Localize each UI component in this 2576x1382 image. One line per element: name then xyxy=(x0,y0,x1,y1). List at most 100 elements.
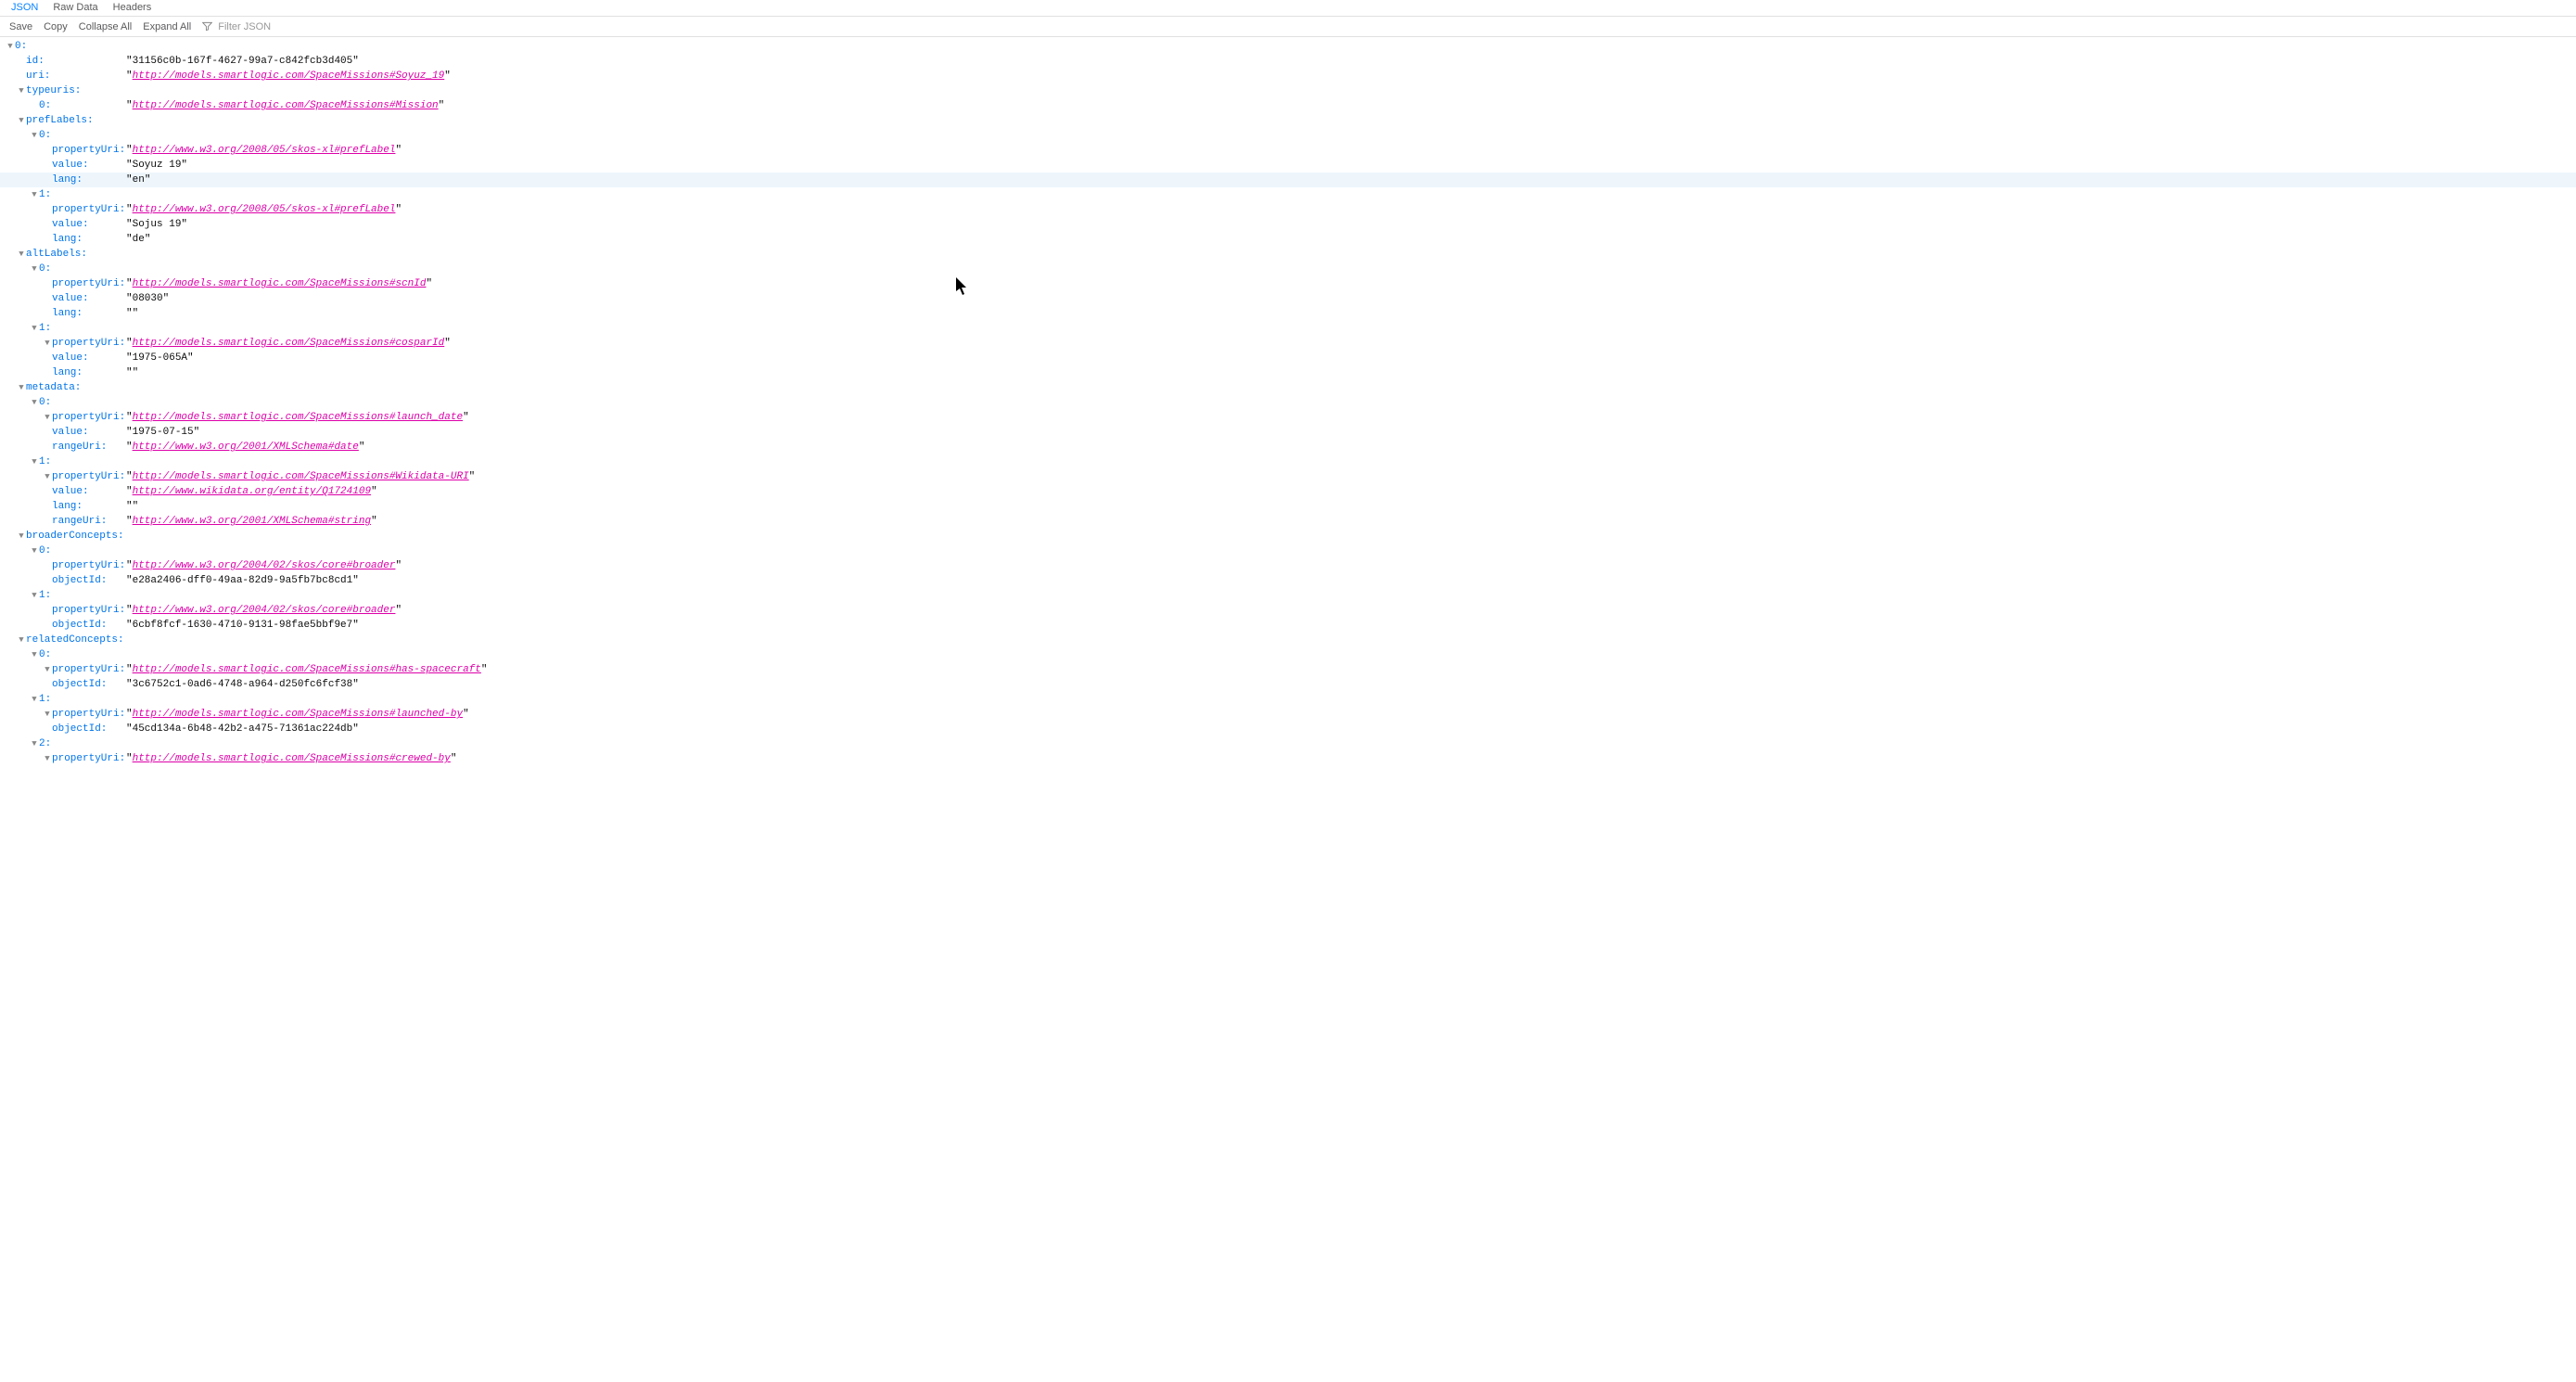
tree-row-branch[interactable]: ▼1: xyxy=(0,588,2576,603)
tab-raw[interactable]: Raw Data xyxy=(45,0,105,16)
expand-toggle-icon[interactable]: ▼ xyxy=(30,692,39,707)
json-value-link[interactable]: "http://models.smartlogic.com/SpaceMissi… xyxy=(126,410,469,425)
tree-row-branch[interactable]: ▼altLabels: xyxy=(0,247,2576,262)
tab-headers[interactable]: Headers xyxy=(106,0,159,16)
expand-toggle-icon[interactable]: ▼ xyxy=(30,395,39,410)
json-value-link[interactable]: "http://www.w3.org/2001/XMLSchema#date" xyxy=(126,440,364,454)
expand-toggle-icon[interactable]: ▼ xyxy=(43,751,52,766)
expand-toggle-icon[interactable]: ▼ xyxy=(6,39,15,54)
tree-row-leaf[interactable]: uri:"http://models.smartlogic.com/SpaceM… xyxy=(0,69,2576,83)
tree-row-leaf[interactable]: objectId:"6cbf8fcf-1630-4710-9131-98fae5… xyxy=(0,618,2576,633)
tree-row-leaf[interactable]: objectId:"3c6752c1-0ad6-4748-a964-d250fc… xyxy=(0,677,2576,692)
tree-row-leaf[interactable]: value:"08030" xyxy=(0,291,2576,306)
tree-row-leaf[interactable]: lang:"" xyxy=(0,365,2576,380)
json-value-link[interactable]: "http://models.smartlogic.com/SpaceMissi… xyxy=(126,751,456,766)
tree-row-branch[interactable]: ▼0: xyxy=(0,544,2576,558)
expand-toggle-icon[interactable]: ▼ xyxy=(30,544,39,558)
expand-toggle-icon[interactable]: ▼ xyxy=(17,380,26,395)
tree-row-branch[interactable]: ▼0: xyxy=(0,128,2576,143)
expand-toggle-icon[interactable]: ▼ xyxy=(30,588,39,603)
json-value-link[interactable]: "http://models.smartlogic.com/SpaceMissi… xyxy=(126,276,432,291)
tree-row-leaf[interactable]: id:"31156c0b-167f-4627-99a7-c842fcb3d405… xyxy=(0,54,2576,69)
tree-row-leaf[interactable]: ▼propertyUri:"http://models.smartlogic.c… xyxy=(0,410,2576,425)
tree-row-leaf[interactable]: ▼propertyUri:"http://models.smartlogic.c… xyxy=(0,469,2576,484)
expand-toggle-icon[interactable]: ▼ xyxy=(17,113,26,128)
expand-toggle-icon[interactable]: ▼ xyxy=(17,529,26,544)
expand-toggle-icon[interactable]: ▼ xyxy=(43,410,52,425)
expand-toggle-icon[interactable]: ▼ xyxy=(17,633,26,647)
json-key: value: xyxy=(52,158,126,173)
tree-row-leaf[interactable]: value:"1975-065A" xyxy=(0,351,2576,365)
tree-row-leaf[interactable]: rangeUri:"http://www.w3.org/2001/XMLSche… xyxy=(0,514,2576,529)
collapse-all-button[interactable]: Collapse All xyxy=(73,19,137,34)
tree-row-branch[interactable]: ▼0: xyxy=(0,647,2576,662)
tree-row-leaf[interactable]: propertyUri:"http://www.w3.org/2008/05/s… xyxy=(0,202,2576,217)
tree-row-branch[interactable]: ▼relatedConcepts: xyxy=(0,633,2576,647)
tree-row-leaf[interactable]: value:"Soyuz 19" xyxy=(0,158,2576,173)
expand-toggle-icon[interactable]: ▼ xyxy=(30,321,39,336)
tree-row-leaf[interactable]: 0:"http://models.smartlogic.com/SpaceMis… xyxy=(0,98,2576,113)
expand-toggle-icon[interactable]: ▼ xyxy=(30,187,39,202)
tree-row-leaf[interactable]: ▼propertyUri:"http://models.smartlogic.c… xyxy=(0,751,2576,766)
expand-toggle-icon[interactable]: ▼ xyxy=(43,707,52,722)
expand-toggle-icon[interactable]: ▼ xyxy=(17,247,26,262)
tree-row-leaf[interactable]: objectId:"45cd134a-6b48-42b2-a475-71361a… xyxy=(0,722,2576,736)
tree-row-branch[interactable]: ▼1: xyxy=(0,187,2576,202)
tree-row-branch[interactable]: ▼1: xyxy=(0,321,2576,336)
json-value-link[interactable]: "http://models.smartlogic.com/SpaceMissi… xyxy=(126,469,475,484)
tree-row-branch[interactable]: ▼0: xyxy=(0,262,2576,276)
expand-all-button[interactable]: Expand All xyxy=(137,19,197,34)
filter-input[interactable] xyxy=(216,20,300,33)
expand-toggle-icon[interactable]: ▼ xyxy=(30,262,39,276)
tree-row-leaf[interactable]: lang:"en" xyxy=(0,173,2576,187)
expand-toggle-icon[interactable]: ▼ xyxy=(30,647,39,662)
expand-toggle-icon[interactable]: ▼ xyxy=(43,469,52,484)
json-toolbar: Save Copy Collapse All Expand All xyxy=(0,17,2576,37)
tree-row-branch[interactable]: ▼1: xyxy=(0,454,2576,469)
tree-row-leaf[interactable]: lang:"" xyxy=(0,306,2576,321)
expand-toggle-icon[interactable]: ▼ xyxy=(17,83,26,98)
json-value-link[interactable]: "http://models.smartlogic.com/SpaceMissi… xyxy=(126,98,444,113)
tree-row-leaf[interactable]: value:"http://www.wikidata.org/entity/Q1… xyxy=(0,484,2576,499)
tree-row-leaf[interactable]: rangeUri:"http://www.w3.org/2001/XMLSche… xyxy=(0,440,2576,454)
json-value-link[interactable]: "http://models.smartlogic.com/SpaceMissi… xyxy=(126,69,451,83)
save-button[interactable]: Save xyxy=(4,19,38,34)
json-value-link[interactable]: "http://models.smartlogic.com/SpaceMissi… xyxy=(126,336,451,351)
tree-row-branch[interactable]: ▼broaderConcepts: xyxy=(0,529,2576,544)
tree-row-leaf[interactable]: objectId:"e28a2406-dff0-49aa-82d9-9a5fb7… xyxy=(0,573,2576,588)
tree-row-branch[interactable]: ▼prefLabels: xyxy=(0,113,2576,128)
tree-row-branch[interactable]: ▼0: xyxy=(0,39,2576,54)
tree-row-leaf[interactable]: propertyUri:"http://www.w3.org/2004/02/s… xyxy=(0,603,2576,618)
tree-row-branch[interactable]: ▼typeuris: xyxy=(0,83,2576,98)
copy-button[interactable]: Copy xyxy=(38,19,73,34)
tree-row-branch[interactable]: ▼0: xyxy=(0,395,2576,410)
json-value-link[interactable]: "http://www.w3.org/2004/02/skos/core#bro… xyxy=(126,558,402,573)
json-value-link[interactable]: "http://models.smartlogic.com/SpaceMissi… xyxy=(126,707,469,722)
tree-row-leaf[interactable]: ▼propertyUri:"http://models.smartlogic.c… xyxy=(0,662,2576,677)
tree-row-leaf[interactable]: propertyUri:"http://www.w3.org/2008/05/s… xyxy=(0,143,2576,158)
tree-row-leaf[interactable]: lang:"" xyxy=(0,499,2576,514)
json-value-link[interactable]: "http://www.w3.org/2001/XMLSchema#string… xyxy=(126,514,377,529)
tab-json[interactable]: JSON xyxy=(4,0,45,16)
tree-row-leaf[interactable]: lang:"de" xyxy=(0,232,2576,247)
json-value-link[interactable]: "http://www.wikidata.org/entity/Q1724109… xyxy=(126,484,377,499)
tree-row-leaf[interactable]: propertyUri:"http://models.smartlogic.co… xyxy=(0,276,2576,291)
tree-row-leaf[interactable]: value:"1975-07-15" xyxy=(0,425,2576,440)
json-value-link[interactable]: "http://www.w3.org/2008/05/skos-xl#prefL… xyxy=(126,143,402,158)
json-value-link[interactable]: "http://www.w3.org/2004/02/skos/core#bro… xyxy=(126,603,402,618)
expand-toggle-icon[interactable]: ▼ xyxy=(30,736,39,751)
expand-toggle-icon[interactable]: ▼ xyxy=(43,336,52,351)
expand-toggle-icon[interactable]: ▼ xyxy=(30,454,39,469)
tree-row-leaf[interactable]: propertyUri:"http://www.w3.org/2004/02/s… xyxy=(0,558,2576,573)
expand-toggle-icon[interactable]: ▼ xyxy=(43,662,52,677)
tree-row-branch[interactable]: ▼1: xyxy=(0,692,2576,707)
tree-row-leaf[interactable]: ▼propertyUri:"http://models.smartlogic.c… xyxy=(0,336,2576,351)
tree-row-leaf[interactable]: value:"Sojus 19" xyxy=(0,217,2576,232)
tree-row-branch[interactable]: ▼metadata: xyxy=(0,380,2576,395)
json-value-link[interactable]: "http://www.w3.org/2008/05/skos-xl#prefL… xyxy=(126,202,402,217)
expand-toggle-icon[interactable]: ▼ xyxy=(30,128,39,143)
tree-row-leaf[interactable]: ▼propertyUri:"http://models.smartlogic.c… xyxy=(0,707,2576,722)
json-value-string: "Soyuz 19" xyxy=(126,158,187,173)
tree-row-branch[interactable]: ▼2: xyxy=(0,736,2576,751)
json-value-link[interactable]: "http://models.smartlogic.com/SpaceMissi… xyxy=(126,662,487,677)
